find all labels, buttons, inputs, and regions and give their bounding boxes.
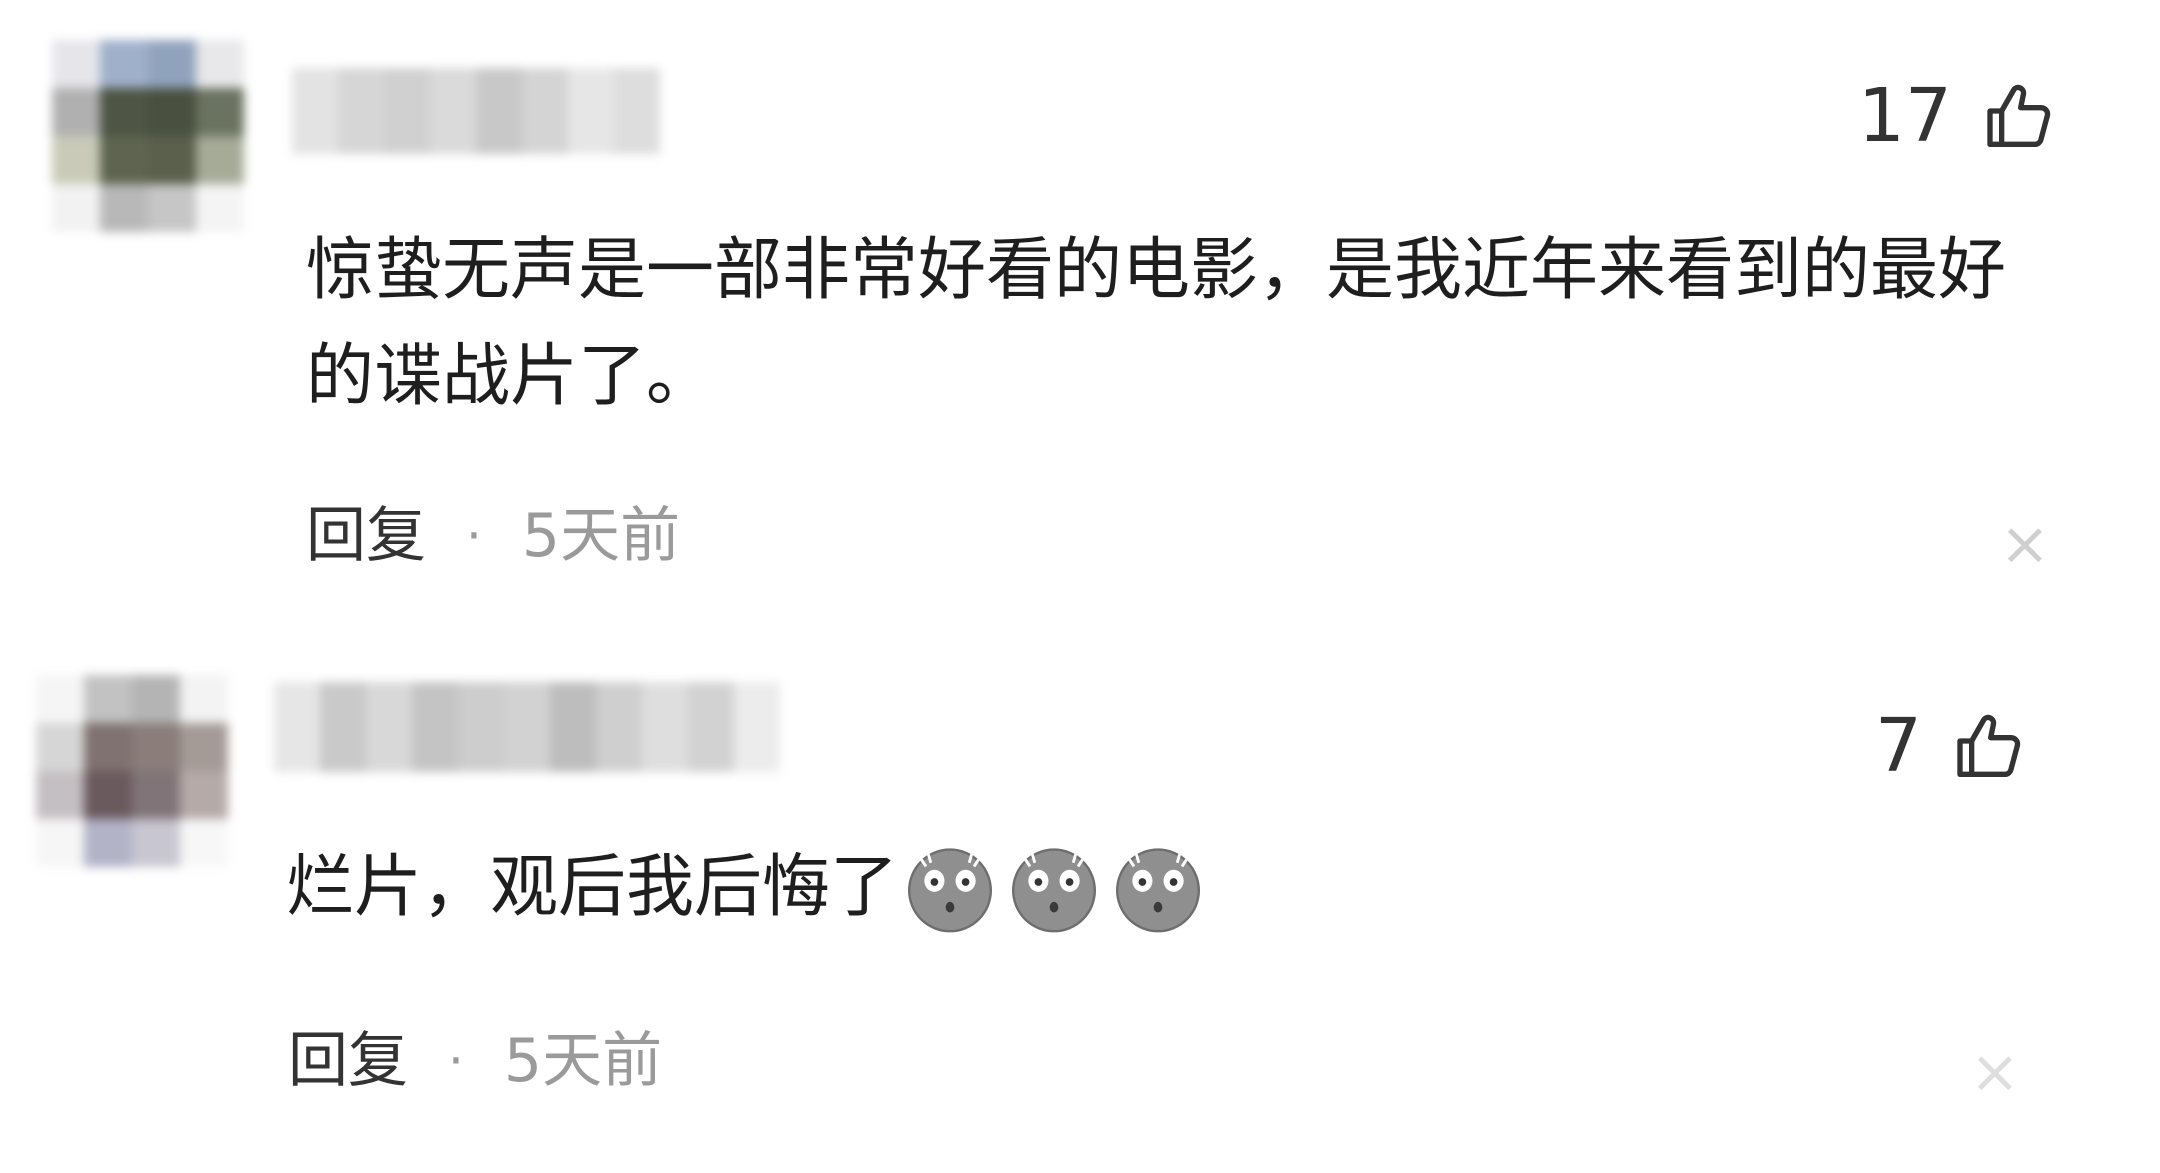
comment-text: 惊蛰无声是一部非常好看的电影，是我近年来看到的最好的谍战片了。 (306, 231, 2007, 416)
separator-dot: · (466, 507, 482, 565)
shocked-face-emoji (1012, 848, 1097, 933)
comment-actions: 回复 · 5天前 (306, 506, 680, 566)
shocked-face-emoji (1116, 848, 1201, 933)
comment-list: 17 惊蛰无声是一部非常好看的电影，是我近年来看到的最好的谍战片了。 回复 · … (0, 0, 2160, 1173)
comment-item: 7 烂片，观后我后悔了 回复 · 5天前 × (0, 610, 2160, 1173)
username-blurred[interactable] (274, 682, 780, 772)
comment-time: 5天前 (503, 1026, 663, 1096)
like-count: 17 (1857, 73, 1952, 159)
comment-text-row: 烂片，观后我后悔了 (286, 835, 2086, 941)
reply-button[interactable]: 回复 (306, 506, 426, 566)
emoji-group (902, 840, 1206, 936)
user-avatar[interactable] (52, 40, 244, 232)
close-icon[interactable]: × (2000, 514, 2050, 574)
close-icon[interactable]: × (1970, 1042, 2020, 1102)
reply-button[interactable]: 回复 (288, 1031, 408, 1091)
user-avatar[interactable] (36, 675, 228, 867)
thumbs-up-icon[interactable] (1980, 76, 2060, 156)
like-control[interactable]: 17 (1858, 76, 2060, 156)
comment-actions: 回复 · 5天前 (288, 1031, 662, 1091)
like-control[interactable]: 7 (1875, 706, 2030, 786)
like-count: 7 (1874, 703, 1922, 789)
comment-text: 烂片，观后我后悔了 (286, 848, 899, 927)
shocked-face-emoji (908, 848, 993, 933)
username-blurred[interactable] (292, 68, 660, 154)
thumbs-up-icon[interactable] (1950, 706, 2030, 786)
comment-item: 17 惊蛰无声是一部非常好看的电影，是我近年来看到的最好的谍战片了。 回复 · … (0, 0, 2160, 610)
comment-time: 5天前 (521, 501, 681, 571)
separator-dot: · (448, 1032, 464, 1090)
